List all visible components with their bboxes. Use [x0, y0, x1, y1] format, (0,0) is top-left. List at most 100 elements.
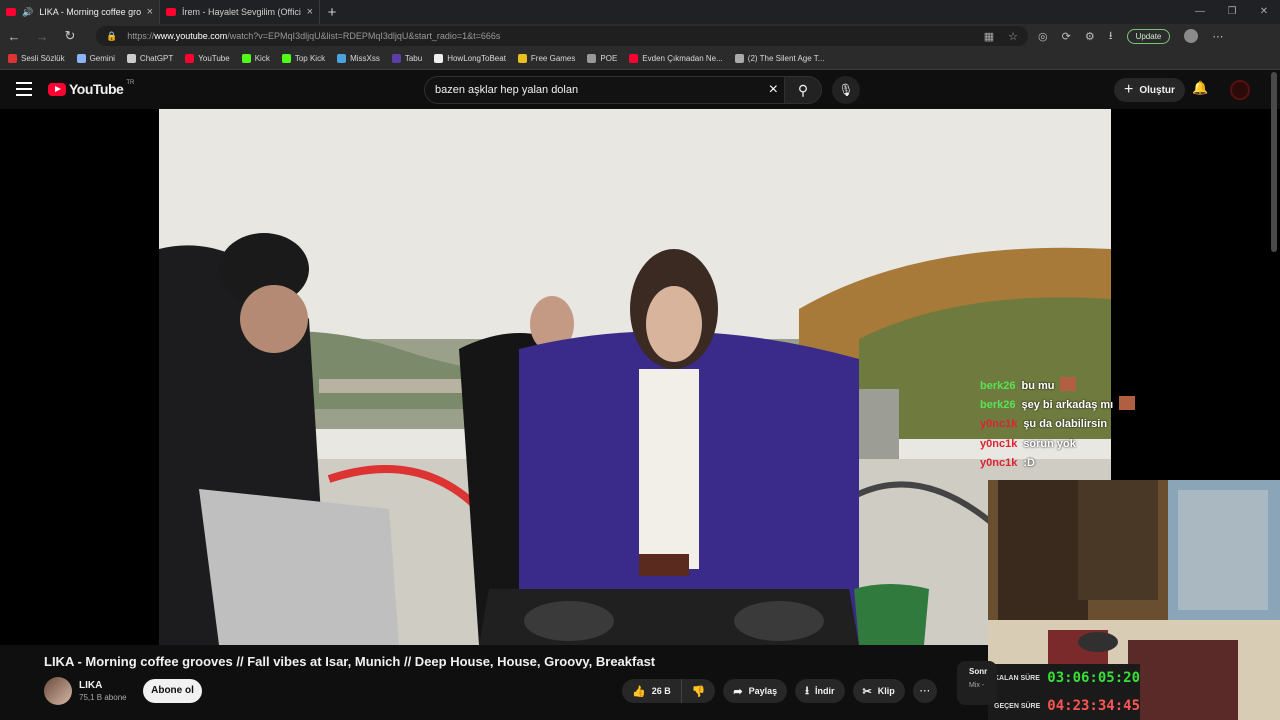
bookmark-item[interactable]: Sesli Sözlük: [8, 54, 65, 63]
chat-text: şey bi arkadaş mı: [1021, 399, 1114, 412]
channel-info[interactable]: LIKA 75,1 B abone: [44, 677, 127, 705]
browser-tab-1[interactable]: 🔊 LIKA - Morning coffee grooves ×: [0, 0, 160, 24]
thumbs-down-icon: 👎: [691, 685, 706, 698]
up-next-card[interactable]: Sonr Mix -: [957, 661, 997, 705]
channel-avatar[interactable]: [44, 677, 72, 705]
bookmark-item[interactable]: ChatGPT: [126, 54, 173, 63]
browser-tab-2[interactable]: İrem - Hayalet Sevgilim (Official A ×: [160, 0, 320, 24]
share-label: Paylaş: [748, 686, 778, 696]
bookmark-label: (2) The Silent Age T...: [747, 54, 825, 63]
youtube-wordmark: YouTube: [69, 81, 124, 97]
microphone-icon: 🎙: [838, 83, 854, 97]
create-button[interactable]: + Oluştur: [1114, 78, 1185, 102]
video-scene: [159, 109, 1111, 645]
share-icon: ➦: [733, 685, 743, 698]
user-avatar[interactable]: [1230, 80, 1250, 100]
bookmark-item[interactable]: Free Games: [517, 54, 576, 63]
more-actions-icon[interactable]: ⋯: [912, 679, 937, 703]
search-query: bazen aşklar hep yalan dolan: [435, 84, 579, 96]
browser-tab-bar: 🔊 LIKA - Morning coffee grooves × İrem -…: [0, 0, 1280, 24]
chat-username: y0nc1k: [980, 418, 1018, 431]
bookmark-item[interactable]: YouTube: [185, 54, 230, 63]
bookmark-label: YouTube: [198, 54, 230, 63]
bookmark-item[interactable]: Evden Çıkmadan Ne...: [629, 54, 723, 63]
elapsed-time-label: GEÇEN SÜRE: [994, 702, 1041, 710]
like-count: 26 B: [651, 686, 671, 696]
hltb-icon: [434, 54, 444, 63]
youtube-play-icon: [48, 82, 66, 96]
bookmark-item[interactable]: Top Kick: [281, 54, 326, 63]
bookmark-item[interactable]: MissXss: [337, 54, 380, 63]
clip-button[interactable]: ✂ Klip: [852, 679, 905, 703]
video-frame[interactable]: [159, 109, 1111, 645]
stream-timers: KALAN SÜRE 03:06:05:20 GEÇEN SÜRE 04:23:…: [988, 664, 1140, 720]
chat-emote-icon: [1060, 377, 1077, 391]
favorite-star-icon[interactable]: ☆: [1008, 30, 1018, 43]
create-label: Oluştur: [1139, 84, 1175, 96]
gemini-icon: [76, 54, 86, 63]
back-icon[interactable]: ←: [0, 29, 28, 44]
glasses-icon[interactable]: ◎: [1038, 30, 1048, 43]
toolbar-right: ◎ ⟳ ⚙ ⭳ Update ⋯: [1038, 24, 1223, 48]
page-scrollbar[interactable]: [1271, 72, 1277, 252]
thumbs-up-icon: 👍: [632, 685, 646, 698]
video-title: LIKA - Morning coffee grooves // Fall vi…: [44, 654, 656, 669]
bookmark-label: Gemini: [89, 54, 115, 63]
url-prefix: https://: [127, 31, 155, 41]
bookmark-item[interactable]: Kick: [241, 54, 270, 63]
search-input[interactable]: bazen aşklar hep yalan dolan ×: [424, 76, 788, 104]
bookmark-label: Free Games: [530, 54, 576, 63]
refresh-extension-icon[interactable]: ⟳: [1062, 30, 1071, 43]
up-next-subtitle: Mix -: [969, 682, 985, 689]
new-tab-button[interactable]: +: [320, 4, 344, 21]
bookmark-item[interactable]: Gemini: [76, 54, 115, 63]
chatgpt-icon: [126, 54, 136, 63]
globe-icon: [734, 54, 744, 63]
download-label: İndir: [815, 686, 835, 696]
bookmark-label: Kick: [254, 54, 270, 63]
bookmark-label: Evden Çıkmadan Ne...: [642, 54, 723, 63]
menu-dots-icon[interactable]: ⋯: [1212, 30, 1223, 43]
like-button[interactable]: 👍 26 B: [622, 679, 682, 703]
profile-avatar[interactable]: [1184, 29, 1199, 43]
download-icon[interactable]: ⭳: [1109, 27, 1113, 46]
bookmark-label: Top Kick: [294, 54, 326, 63]
close-window-icon[interactable]: ✕: [1248, 0, 1280, 24]
bookmark-item[interactable]: Tabu: [391, 54, 422, 63]
update-button[interactable]: Update: [1126, 28, 1171, 44]
chat-message: y0nc1k sorun yok: [980, 435, 1135, 454]
bookmark-item[interactable]: (2) The Silent Age T...: [734, 54, 825, 63]
voice-search-button[interactable]: 🎙: [832, 76, 860, 104]
download-button[interactable]: ⭳ İndir: [795, 679, 845, 703]
bookmark-label: MissXss: [350, 54, 380, 63]
reload-icon[interactable]: ↻: [56, 28, 84, 44]
url-field[interactable]: 🔒 https://www.youtube.com/watch?v=EPMqI3…: [96, 26, 1028, 46]
maximize-icon[interactable]: ❐: [1216, 0, 1248, 24]
chat-text: şu da olabilirsin: [1023, 418, 1108, 431]
youtube-logo[interactable]: YouTube TR: [48, 80, 134, 97]
dislike-button[interactable]: 👎: [681, 679, 716, 703]
subscribe-button[interactable]: Abone ol: [143, 679, 202, 703]
bookmark-item[interactable]: POE: [587, 54, 617, 63]
kick-icon: [281, 54, 291, 63]
chat-username: y0nc1k: [980, 437, 1018, 450]
close-tab-icon[interactable]: ×: [147, 6, 153, 18]
search-button[interactable]: ⚲: [784, 76, 822, 104]
youtube-favicon-icon: [6, 8, 16, 16]
forward-icon[interactable]: →: [28, 29, 56, 44]
close-tab-icon[interactable]: ×: [307, 6, 313, 18]
reader-mode-icon[interactable]: ▦: [984, 30, 994, 43]
notifications-bell-icon[interactable]: 🔔: [1192, 80, 1208, 96]
bookmark-item[interactable]: HowLongToBeat: [434, 54, 506, 63]
speaker-icon[interactable]: 🔊: [22, 7, 33, 18]
tab-title: LIKA - Morning coffee grooves: [39, 7, 141, 17]
extensions-icon[interactable]: ⚙: [1085, 30, 1095, 43]
minimize-icon[interactable]: —: [1184, 0, 1216, 24]
clear-search-icon[interactable]: ×: [769, 81, 778, 99]
share-button[interactable]: ➦ Paylaş: [723, 679, 788, 703]
bookmarks-bar: Sesli Sözlük Gemini ChatGPT YouTube Kick Top …: [0, 48, 1280, 70]
hamburger-menu-icon[interactable]: [16, 82, 32, 100]
channel-name[interactable]: LIKA: [79, 680, 127, 691]
lock-icon[interactable]: 🔒: [106, 31, 117, 42]
stream-chat-overlay: berk26 bu mu berk26 şey bi arkadaş mı y0nc1k…: [980, 377, 1136, 473]
